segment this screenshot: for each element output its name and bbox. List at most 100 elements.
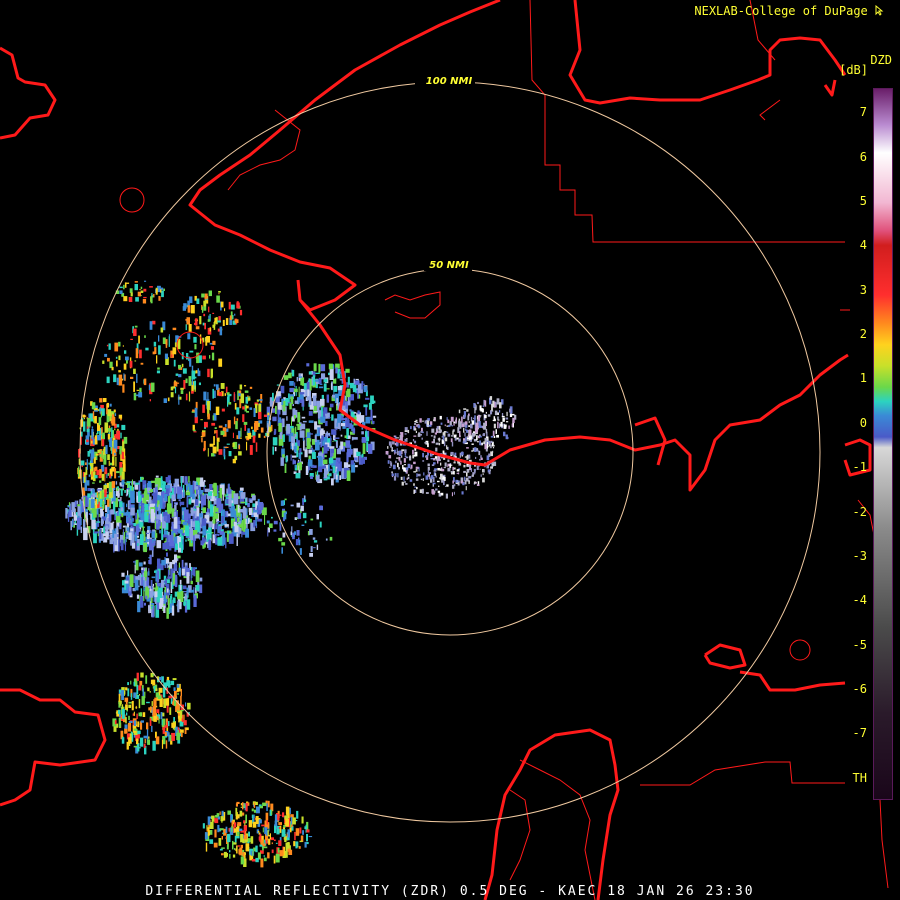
- radar-echo: [171, 722, 176, 728]
- radar-echo: [490, 410, 493, 415]
- radar-echo: [300, 505, 304, 512]
- radar-echo: [99, 458, 103, 462]
- radar-echo: [360, 458, 365, 464]
- radar-echo: [131, 700, 134, 711]
- radar-echo: [104, 489, 107, 498]
- radar-echo: [346, 464, 351, 468]
- radar-echo: [131, 515, 133, 524]
- radar-echo: [237, 845, 241, 847]
- radar-echo: [127, 682, 129, 686]
- radar-echo: [123, 448, 126, 458]
- radar-echo: [111, 427, 113, 439]
- radar-echo: [206, 825, 208, 830]
- radar-echo: [122, 384, 125, 393]
- radar-echo: [125, 525, 127, 531]
- radar-echo: [345, 440, 351, 448]
- radar-echo: [204, 832, 208, 840]
- radar-echo: [167, 569, 170, 578]
- radar-echo: [460, 480, 464, 484]
- radar-echo: [133, 728, 138, 731]
- radar-echo: [128, 737, 132, 744]
- radar-echo: [108, 481, 112, 493]
- radar-echo: [242, 414, 245, 423]
- radar-echo: [491, 403, 493, 411]
- radar-echo: [427, 420, 430, 424]
- radar-echo: [404, 438, 408, 441]
- radar-echo: [189, 357, 192, 367]
- radar-echo: [111, 481, 115, 488]
- radar-echo: [249, 407, 253, 410]
- radar-echo: [227, 530, 230, 535]
- radar-echo: [227, 843, 229, 848]
- radar-echo: [298, 539, 301, 546]
- radar-echo: [172, 678, 177, 681]
- radar-echo: [180, 695, 182, 706]
- radar-echo: [114, 720, 117, 725]
- radar-echo: [455, 417, 457, 423]
- radar-echo: [275, 405, 277, 414]
- radar-echo: [222, 832, 224, 835]
- radar-echo: [125, 494, 128, 497]
- radar-echo: [298, 376, 303, 378]
- radar-echo: [209, 830, 213, 835]
- radar-echo: [453, 484, 456, 487]
- colorbar-tick-label: -4: [852, 593, 867, 607]
- radar-echo: [133, 523, 137, 527]
- radar-echo: [293, 531, 297, 535]
- radar-echo: [136, 373, 138, 383]
- radar-echo: [349, 409, 352, 412]
- radar-echo: [80, 500, 82, 514]
- radar-echo: [483, 469, 485, 473]
- radar-echo: [112, 447, 114, 457]
- radar-echo: [107, 409, 112, 417]
- radar-echo: [100, 518, 104, 526]
- radar-echo: [209, 355, 211, 359]
- radar-echo: [463, 438, 466, 441]
- radar-echo: [294, 832, 296, 841]
- radar-echo: [181, 709, 184, 712]
- radar-echo: [497, 419, 500, 421]
- radar-echo: [83, 472, 86, 483]
- radar-echo: [447, 433, 451, 437]
- radar-echo: [70, 520, 72, 531]
- radar-echo: [328, 457, 334, 464]
- radar-echo: [283, 512, 287, 520]
- radar-echo: [394, 473, 397, 477]
- radar-echo: [146, 487, 151, 491]
- radar-echo: [465, 428, 467, 431]
- radar-echo: [472, 432, 475, 437]
- radar-echo: [272, 416, 277, 422]
- radar-echo: [133, 381, 135, 392]
- radar-echo: [387, 460, 390, 464]
- radar-echo: [246, 441, 248, 451]
- radar-echo: [124, 282, 127, 288]
- radar-echo: [158, 335, 160, 342]
- radar-echo: [400, 461, 402, 465]
- radar-echo: [414, 422, 416, 426]
- radar-echo: [168, 334, 170, 337]
- radar-echo: [405, 483, 408, 485]
- radar-echo: [115, 356, 118, 359]
- radar-echo: [151, 531, 156, 538]
- radar-echo: [145, 675, 148, 684]
- radar-echo: [177, 711, 181, 714]
- radar-echo: [126, 712, 128, 716]
- radar-echo: [214, 818, 219, 824]
- radar-echo: [139, 289, 141, 291]
- radar-echo: [125, 704, 128, 710]
- radar-echo: [159, 589, 163, 600]
- radar-echo: [252, 851, 254, 857]
- radar-echo: [202, 537, 205, 544]
- radar-echo: [154, 570, 157, 573]
- radar-echo: [509, 408, 512, 413]
- radar-echo: [134, 281, 138, 283]
- radar-echo: [422, 460, 425, 462]
- radar-echo: [288, 372, 292, 379]
- radar-echo: [467, 415, 470, 421]
- radar-echo: [180, 729, 184, 733]
- radar-echo: [216, 522, 218, 524]
- radar-echo: [153, 492, 158, 504]
- radar-echo: [216, 533, 219, 536]
- radar-echo: [183, 720, 187, 726]
- radar-echo: [224, 424, 227, 427]
